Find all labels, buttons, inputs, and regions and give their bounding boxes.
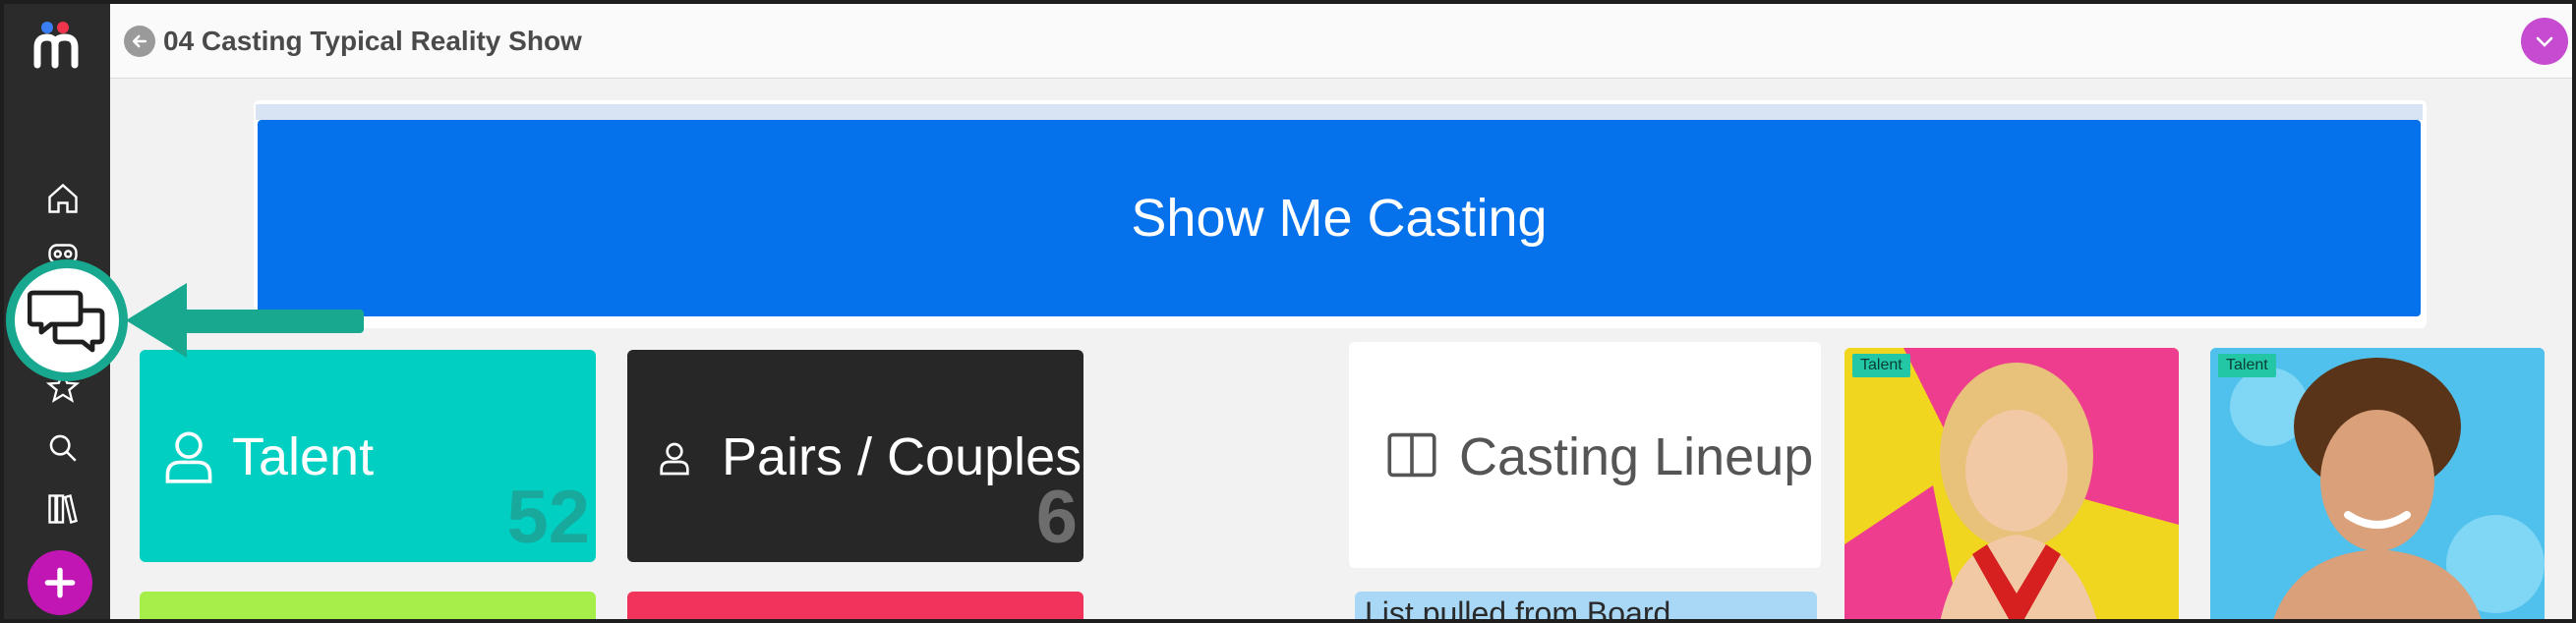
red-tile[interactable] — [627, 592, 1083, 619]
talent-photo-card-2[interactable]: Talent — [2210, 348, 2545, 619]
pairs-couples-tile[interactable]: Pairs / Couples 6 — [627, 350, 1083, 562]
talent-tag: Talent — [2218, 354, 2276, 377]
list-note-text: List pulled from Board — [1365, 595, 1671, 623]
home-icon[interactable] — [37, 173, 88, 224]
casting-lineup-tile[interactable]: Casting Lineup — [1349, 342, 1821, 568]
top-bar: 04 Casting Typical Reality Show — [110, 4, 2572, 79]
app-window: 04 Casting Typical Reality Show Show Me … — [0, 0, 2576, 623]
chat-icon[interactable] — [6, 259, 128, 381]
callout-arrow — [171, 310, 364, 333]
talent-label: Talent — [232, 427, 375, 486]
library-icon[interactable] — [37, 483, 88, 535]
list-note-card[interactable]: List pulled from Board — [1355, 592, 1817, 623]
add-button[interactable] — [28, 550, 92, 615]
search-icon[interactable] — [37, 423, 88, 474]
back-arrow-icon[interactable] — [124, 26, 155, 57]
banner-strip — [256, 104, 2423, 120]
talent-photo-1 — [1844, 348, 2179, 619]
banner-text: Show Me Casting — [1131, 189, 1548, 248]
talent-tag: Talent — [1852, 354, 1910, 377]
casting-lineup-label: Casting Lineup — [1459, 427, 1814, 486]
talent-photo-2 — [2210, 348, 2545, 619]
main-content: Show Me Casting Talent 52 Pairs / Couple… — [110, 79, 2572, 623]
talent-tile[interactable]: Talent 52 — [140, 350, 596, 562]
user-menu-chevron-icon[interactable] — [2521, 18, 2568, 65]
show-me-casting-banner[interactable]: Show Me Casting — [258, 120, 2421, 316]
pairs-count: 6 — [1035, 476, 1078, 559]
page-title: 04 Casting Typical Reality Show — [163, 26, 582, 56]
pairs-label: Pairs / Couples — [722, 427, 1083, 486]
callout-arrow-head — [126, 283, 187, 358]
talent-count: 52 — [506, 476, 590, 559]
green-tile[interactable] — [140, 592, 596, 619]
talent-photo-card-1[interactable]: Talent — [1844, 348, 2179, 619]
app-logo[interactable] — [33, 20, 90, 69]
